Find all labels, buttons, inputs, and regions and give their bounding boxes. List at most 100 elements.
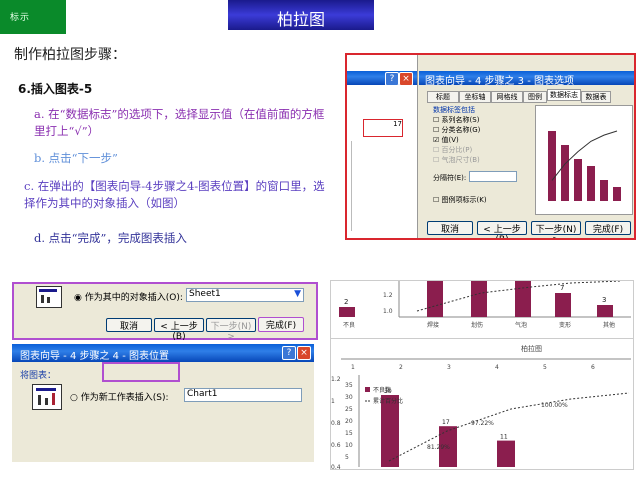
chart-name-input[interactable]: Chart1 xyxy=(184,388,302,402)
sheet-select[interactable]: Sheet1 ▼ xyxy=(186,288,304,302)
bar-label: 11 xyxy=(500,434,508,441)
finish-button[interactable]: 完成(F) xyxy=(585,221,631,235)
y2-tick-label: 0.4 xyxy=(331,464,341,469)
category-label: 焊接 xyxy=(427,321,439,329)
axis-tick-label: 1.0 xyxy=(383,308,393,315)
preview-chart-svg xyxy=(548,130,621,201)
close-icon[interactable]: × xyxy=(399,72,413,86)
step-number: 6. xyxy=(18,82,31,96)
highlight-frame xyxy=(102,362,180,382)
axis-value: 17 xyxy=(393,120,402,128)
dialog-title: 图表向导 - 4 步骤之 4 - 图表位置 xyxy=(20,351,170,362)
chart-top-svg: 1.2 1.0 2 7 3 不良 焊接 划伤 气泡 变形 其他 xyxy=(339,280,631,329)
object-insert-option[interactable]: ◉ 作为其中的对象插入(O): xyxy=(74,290,183,303)
highlight-box: 17 xyxy=(363,119,403,137)
label-options: ☐ 系列名称(S) ☐ 分类名称(G) ☑ 值(V) ☐ 百分比(P) ☐ 气泡… xyxy=(433,115,480,165)
sheet-select-value: Sheet1 xyxy=(189,289,221,299)
title-banner: 柏拉图 xyxy=(228,0,374,30)
close-icon[interactable]: × xyxy=(297,346,311,360)
next-button[interactable]: 下一步(N) > xyxy=(531,221,581,238)
option-category-name[interactable]: ☐ 分类名称(G) xyxy=(433,125,480,135)
chart-icon xyxy=(36,286,62,308)
y-tick-label: 15 xyxy=(345,430,353,437)
section-label: 将图表： xyxy=(20,371,57,381)
logo: 标示 xyxy=(0,0,66,34)
x-tick-label: 5 xyxy=(543,364,547,371)
section-heading: 制作柏拉图步骤： xyxy=(14,47,126,63)
new-sheet-label: 作为新工作表插入(S): xyxy=(80,393,169,403)
tab-title[interactable]: 标题 xyxy=(427,91,459,103)
category-label: 划伤 xyxy=(471,321,483,329)
y-tick-label: 35 xyxy=(345,382,353,389)
bar-label: 17 xyxy=(442,419,450,426)
option-percent[interactable]: ☐ 百分比(P) xyxy=(433,145,480,155)
excel-grid xyxy=(351,141,412,231)
step-title: 6.插入图表-5 xyxy=(18,80,92,97)
page-title: 柏拉图 xyxy=(276,10,325,29)
bar xyxy=(381,395,399,467)
radio-unselected-icon: ○ xyxy=(70,393,78,403)
chart-name-value: Chart1 xyxy=(187,389,218,399)
line-label: 81.29% xyxy=(427,444,450,451)
y-tick-label: 20 xyxy=(345,418,353,425)
screenshot-chart-location: 图表向导 - 4 步骤之 4 - 图表位置 ? × 将图表： ○ 作为新工作表插… xyxy=(12,344,314,462)
group-label: 数据标签包括 xyxy=(433,106,475,114)
cancel-button[interactable]: 取消 xyxy=(106,318,152,332)
dialog-title: 图表向导 - 4 步骤之 3 - 图表选项 xyxy=(425,76,575,87)
dialog-titlebar: 图表向导 - 4 步骤之 3 - 图表选项 xyxy=(419,71,634,87)
bar xyxy=(427,281,443,317)
option-value[interactable]: ☑ 值(V) xyxy=(433,135,480,145)
bar-label: 2 xyxy=(344,298,348,306)
chart-icon xyxy=(32,384,62,410)
x-tick-label: 4 xyxy=(495,364,499,371)
radio-selected-icon: ◉ xyxy=(74,293,82,303)
step-label: 插入图表-5 xyxy=(30,82,93,96)
preview-bar xyxy=(613,187,621,201)
option-series-name[interactable]: ☐ 系列名称(S) xyxy=(433,115,480,125)
y-tick-label: 10 xyxy=(345,442,353,449)
category-label: 其他 xyxy=(603,321,615,329)
y2-tick-label: 1 xyxy=(331,398,335,405)
screenshot-chart-options: ? × 17 图表向导 - 4 步骤之 3 - 图表选项 标题 坐标轴 网格线 … xyxy=(345,53,636,240)
x-tick-label: 3 xyxy=(447,364,451,371)
back-button[interactable]: < 上一步(B) xyxy=(154,318,204,342)
next-button[interactable]: 下一步(N) > xyxy=(206,318,256,342)
chart-bottom-svg: 1 2 3 4 5 6柏拉图35302520151051.210.80.60.430171… xyxy=(331,344,631,471)
legend-label: 累计百分比 xyxy=(373,397,403,405)
help-icon[interactable]: ? xyxy=(282,346,296,360)
logo-text: 标示 xyxy=(10,13,31,23)
new-sheet-option[interactable]: ○ 作为新工作表插入(S): xyxy=(70,390,169,403)
chart-top: 1.2 1.0 2 7 3 不良 焊接 划伤 气泡 变形 其他 xyxy=(330,280,634,340)
separator-select[interactable] xyxy=(469,171,517,182)
line-label: 97.22% xyxy=(471,420,494,427)
x-tick-label: 1 xyxy=(351,364,355,371)
preview-bar xyxy=(574,159,582,201)
bar-label: 3 xyxy=(602,296,606,304)
bar xyxy=(555,293,571,317)
help-icon[interactable]: ? xyxy=(385,72,399,86)
y-tick-label: 5 xyxy=(345,454,349,461)
finish-button[interactable]: 完成(F) xyxy=(258,317,304,332)
preview-bar xyxy=(587,166,595,201)
preview-bar xyxy=(561,145,569,201)
chart-bottom: 1 2 3 4 5 6 柏拉图 35 30 25 20 15 10 5 1.2 1 0.8 0.6 0.4 30 17 1… xyxy=(330,338,634,471)
instruction-c: c. 在弹出的【图表向导-4步骤之4-图表位置】的窗口里，选择作为其中的对象插入… xyxy=(24,179,325,210)
bar xyxy=(597,305,613,317)
tab-data-labels[interactable]: 数据标志 xyxy=(547,89,581,101)
legend-key-option[interactable]: ☐ 图例项标示(K) xyxy=(433,195,487,205)
legend-swatch xyxy=(365,387,370,392)
bar xyxy=(515,281,531,317)
line-label: 100.00% xyxy=(541,402,568,409)
back-button[interactable]: < 上一步(B) xyxy=(477,221,527,238)
preview-chart xyxy=(535,105,633,215)
tab-gridlines[interactable]: 网格线 xyxy=(491,91,523,103)
y2-tick-label: 0.6 xyxy=(331,442,341,449)
dialog-titlebar: 图表向导 - 4 步骤之 4 - 图表位置 ? × xyxy=(12,344,314,362)
tab-data-table[interactable]: 数据表 xyxy=(581,91,611,103)
cancel-button[interactable]: 取消 xyxy=(427,221,473,235)
option-bubble-size[interactable]: ☐ 气泡尺寸(B) xyxy=(433,155,480,165)
preview-bar xyxy=(600,180,608,201)
category-label: 变形 xyxy=(559,321,571,329)
tab-legend[interactable]: 图例 xyxy=(523,91,547,103)
tab-axis[interactable]: 坐标轴 xyxy=(459,91,491,103)
